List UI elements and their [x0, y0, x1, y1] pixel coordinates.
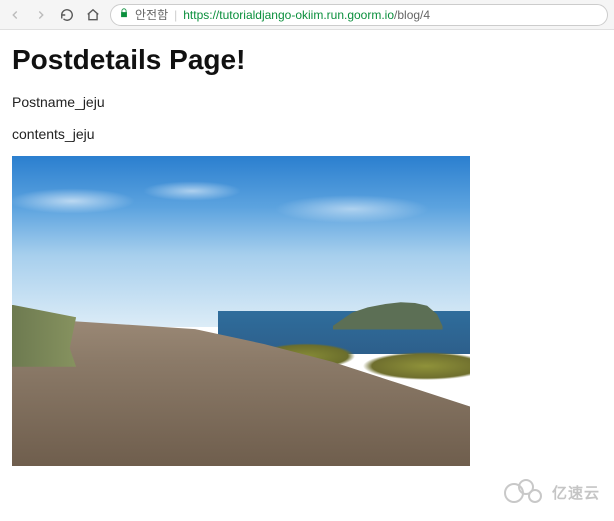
post-image [12, 156, 470, 466]
separator: | [174, 8, 177, 22]
address-bar[interactable]: 안전함 | https://tutorialdjango-okiim.run.g… [110, 4, 608, 26]
back-button[interactable] [6, 6, 24, 24]
lock-icon [119, 8, 129, 21]
url-text: https://tutorialdjango-okiim.run.goorm.i… [183, 8, 430, 22]
postname-text: Postname_jeju [12, 94, 602, 110]
reload-button[interactable] [58, 6, 76, 24]
url-path: /blog/4 [394, 8, 430, 22]
home-button[interactable] [84, 6, 102, 24]
watermark-logo-icon [504, 479, 548, 505]
watermark-text: 亿速云 [552, 482, 600, 503]
contents-text: contents_jeju [12, 126, 602, 142]
page-title: Postdetails Page! [12, 44, 602, 76]
url-host: https://tutorialdjango-okiim.run.goorm.i… [183, 8, 394, 22]
browser-toolbar: 안전함 | https://tutorialdjango-okiim.run.g… [0, 0, 614, 30]
security-label: 안전함 [135, 6, 168, 23]
watermark: 亿速云 [504, 479, 600, 505]
page-body: Postdetails Page! Postname_jeju contents… [0, 30, 614, 480]
forward-button[interactable] [32, 6, 50, 24]
clouds [12, 181, 470, 274]
